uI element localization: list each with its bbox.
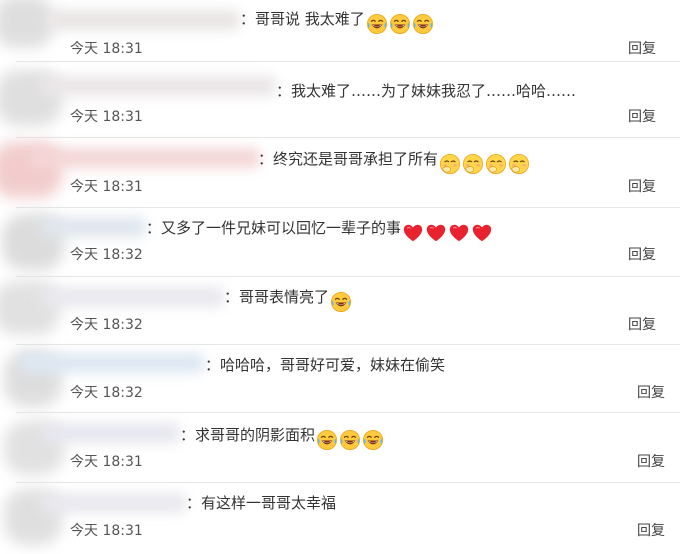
emoji-group	[330, 291, 353, 313]
reply-button[interactable]: 回复	[628, 108, 656, 126]
comment-text: ：哈哈哈，哥哥好可爱，妹妹在偷笑	[205, 355, 445, 375]
comment-text: ：又多了一件兄妹可以回忆一辈子的事	[146, 218, 494, 244]
reply-button[interactable]: 回复	[637, 453, 665, 471]
comment-body: ：哥哥说 我太难了	[240, 10, 365, 28]
emoji-group	[439, 153, 531, 175]
comment-text: ：终究还是哥哥承担了所有	[258, 149, 531, 175]
chuckle-emoji-icon	[508, 153, 530, 175]
comment-time: 今天 18:31	[70, 109, 143, 125]
chuckle-emoji-icon	[462, 153, 484, 175]
comment-text: ：我太难了……为了妹妹我忍了……哈哈……	[276, 81, 576, 101]
reply-button[interactable]: 回复	[628, 40, 656, 58]
comment-time: 今天 18:32	[70, 247, 143, 263]
comment-item: ：有这样一哥哥太幸福今天 18:31 回复	[0, 483, 680, 554]
chuckle-emoji-icon	[439, 153, 461, 175]
username-blurred[interactable]	[40, 76, 276, 96]
comment-item: ：哈哈哈，哥哥好可爱，妹妹在偷笑今天 18:32 回复	[0, 345, 680, 413]
comment-body: ：有这样一哥哥太幸福	[186, 494, 337, 512]
laugh-cry-emoji-icon	[316, 429, 338, 451]
avatar[interactable]	[0, 0, 54, 48]
comment-body: ：终究还是哥哥承担了所有	[258, 150, 439, 168]
emoji-group	[316, 429, 385, 451]
laugh-cry-emoji-icon	[330, 291, 352, 313]
emoji-group	[366, 13, 435, 35]
laugh-cry-emoji-icon	[412, 13, 434, 35]
comment-text: ：求哥哥的阴影面积	[180, 425, 385, 451]
reply-button[interactable]: 回复	[637, 384, 665, 402]
reply-button[interactable]: 回复	[628, 246, 656, 264]
chuckle-emoji-icon	[485, 153, 507, 175]
emoji-group	[402, 222, 494, 244]
comment-time: 今天 18:32	[70, 385, 143, 401]
comment-body: ：又多了一件兄妹可以回忆一辈子的事	[146, 219, 402, 237]
red-heart-emoji-icon	[448, 222, 470, 244]
comment-body: ：我太难了……为了妹妹我忍了……哈哈……	[276, 82, 577, 100]
comment-time: 今天 18:32	[70, 317, 143, 333]
comment-text: ：有这样一哥哥太幸福	[186, 493, 336, 513]
laugh-cry-emoji-icon	[366, 13, 388, 35]
username-blurred[interactable]	[20, 353, 204, 373]
comment-item: ：哥哥表情亮了今天 18:32 回复	[0, 277, 680, 345]
comment-text: ：哥哥表情亮了	[224, 287, 353, 313]
comment-text: ：哥哥说 我太难了	[240, 9, 435, 35]
comment-item: ：我太难了……为了妹妹我忍了……哈哈…… 今天 18:31 回复	[0, 62, 680, 138]
comment-item: ：终究还是哥哥承担了所有今天 18:31 回复	[0, 138, 680, 208]
reply-button[interactable]: 回复	[637, 522, 665, 540]
laugh-cry-emoji-icon	[362, 429, 384, 451]
username-blurred[interactable]	[40, 287, 224, 307]
comment-time: 今天 18:31	[70, 523, 143, 539]
red-heart-emoji-icon	[425, 222, 447, 244]
reply-button[interactable]: 回复	[628, 316, 656, 334]
username-blurred[interactable]	[50, 10, 240, 30]
comment-body: ：哈哈哈，哥哥好可爱，妹妹在偷笑	[205, 356, 446, 374]
comment-item: ：哥哥说 我太难了今天 18:31 回复	[0, 0, 680, 62]
username-blurred[interactable]	[40, 217, 146, 237]
laugh-cry-emoji-icon	[339, 429, 361, 451]
comment-time: 今天 18:31	[70, 179, 143, 195]
comment-item: ：求哥哥的阴影面积今天 18:31 回复	[0, 413, 680, 483]
comment-item: ：又多了一件兄妹可以回忆一辈子的事 今天 18:32 回复	[0, 208, 680, 277]
username-blurred[interactable]	[30, 148, 260, 168]
comment-time: 今天 18:31	[70, 41, 143, 57]
comment-time: 今天 18:31	[70, 454, 143, 470]
comment-body: ：求哥哥的阴影面积	[180, 426, 316, 444]
reply-button[interactable]: 回复	[628, 178, 656, 196]
username-blurred[interactable]	[40, 493, 186, 513]
comment-body: ：哥哥表情亮了	[224, 288, 330, 306]
laugh-cry-emoji-icon	[389, 13, 411, 35]
red-heart-emoji-icon	[402, 222, 424, 244]
username-blurred[interactable]	[40, 423, 180, 443]
red-heart-emoji-icon	[471, 222, 493, 244]
